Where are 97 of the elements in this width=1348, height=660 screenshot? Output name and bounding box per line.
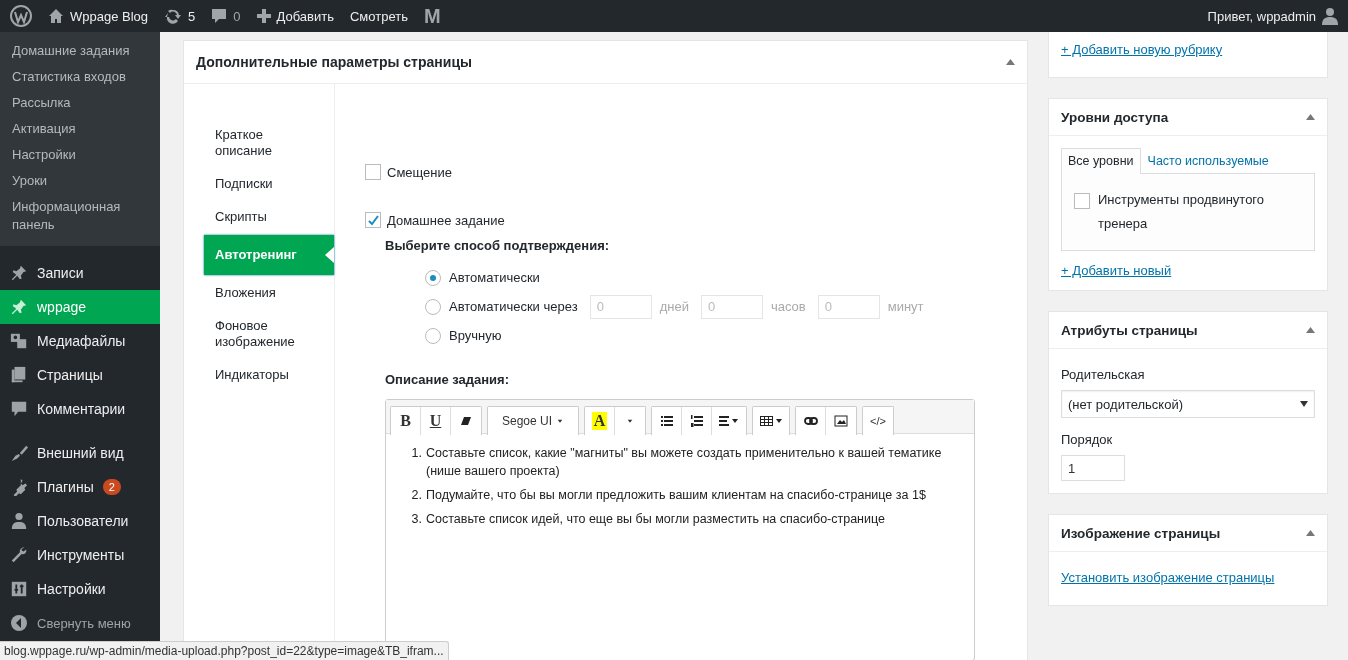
logo-icon[interactable] [10, 5, 32, 27]
bold-button[interactable]: B [391, 407, 421, 435]
table-icon [759, 414, 784, 428]
menu-item[interactable]: Пользователи [0, 504, 160, 538]
submenu-item[interactable]: Активация [0, 116, 160, 142]
count-badge: 2 [102, 479, 121, 495]
section-label: Описание задания: [385, 372, 511, 387]
brush-icon [10, 444, 28, 462]
menu-item[interactable]: Страницы [0, 358, 160, 392]
list-text: Составьте список, какие "магниты" вы можете создать применительно к вашей тематике (нише вашего проекта) [426, 445, 943, 480]
align-icon [718, 414, 741, 428]
card-title: Атрибуты страницы [1061, 322, 1198, 338]
site-name[interactable]: Wppage Blog [70, 8, 149, 24]
plugin-logo[interactable]: M [423, 4, 441, 28]
checkbox-label: Домашнее задание [387, 212, 505, 228]
checkbox[interactable] [365, 212, 381, 228]
image-icon [834, 414, 849, 428]
bulleted-list-icon [659, 414, 674, 428]
checkbox[interactable] [365, 164, 381, 180]
panel-title: Дополнительные параметры страницы [196, 54, 472, 70]
vertical-tab[interactable]: Индикаторы [204, 360, 334, 390]
submenu-item[interactable]: Информационная панель [0, 194, 160, 238]
collapse-icon[interactable] [10, 614, 28, 632]
tab[interactable]: Часто используемые [1140, 148, 1276, 174]
view-link[interactable]: Смотреть [350, 8, 408, 24]
user-avatar-icon[interactable] [1322, 7, 1338, 25]
greeting[interactable]: Привет, wppadmin [1207, 8, 1316, 24]
collapse-arrow-icon[interactable] [1306, 114, 1315, 120]
numbered-list-icon [689, 414, 704, 428]
card-title: Уровни доступа [1061, 109, 1169, 125]
sliders-icon [10, 580, 28, 598]
link-icon [803, 414, 818, 428]
vertical-tab[interactable]: Краткое описание [204, 120, 334, 166]
submenu-item[interactable]: Настройки [0, 142, 160, 168]
menu-item[interactable]: Плагины 2 [0, 470, 160, 504]
parent-select[interactable]: (нет родительской) [1061, 390, 1315, 418]
pin-icon [10, 264, 28, 282]
list-number: 2. [410, 487, 422, 504]
menu-item[interactable]: Внешний вид [0, 436, 160, 470]
menu-item[interactable]: Комментарии [0, 392, 160, 426]
vertical-tab[interactable]: Вложения [204, 278, 334, 308]
comments-count[interactable]: 0 [233, 8, 241, 24]
refresh-icon[interactable] [164, 8, 183, 24]
list-number: 3. [410, 511, 422, 528]
collapse-arrow-icon[interactable] [1306, 327, 1315, 333]
submenu-item[interactable]: Домашние задания [0, 38, 160, 64]
set-image-link[interactable]: Установить изображение страницы [1061, 570, 1275, 585]
media-icon [10, 332, 28, 350]
submenu-item[interactable]: Статистика входов [0, 64, 160, 90]
url-tooltip: blog.wppage.ru/wp-admin/media-upload.php?post_id=22&type=image&TB_ifram... [0, 641, 449, 660]
checkbox[interactable] [1074, 193, 1090, 209]
submenu-item[interactable]: Уроки [0, 168, 160, 194]
menu-item[interactable]: Записи [0, 256, 160, 290]
link-button[interactable] [796, 407, 827, 435]
home-icon[interactable] [48, 8, 64, 24]
pages-icon [10, 366, 28, 384]
vertical-tab[interactable]: Скрипты [204, 202, 334, 232]
eraser-icon [459, 414, 473, 428]
menu-item[interactable]: Инструменты [0, 538, 160, 572]
caret-icon [1300, 401, 1308, 407]
vertical-tab[interactable]: Фоновое изображение [204, 311, 334, 357]
comments-icon [10, 400, 28, 418]
menu-item[interactable]: Медиафайлы [0, 324, 160, 358]
add-new-link[interactable]: + Добавить новый [1061, 263, 1172, 278]
card-title: Изображение страницы [1061, 525, 1221, 541]
bulleted-list-button[interactable] [652, 407, 683, 435]
checkbox-label: Смещение [387, 164, 452, 180]
collapse-arrow-icon[interactable] [1306, 530, 1315, 536]
list-text: Составьте список идей, что еще вы бы могли разместить на спасибо-странице [426, 511, 885, 528]
menu-item[interactable]: Настройки [0, 572, 160, 606]
unit-label: часов [770, 299, 806, 314]
updates-count[interactable]: 5 [188, 8, 196, 24]
submenu-item[interactable]: Рассылка [0, 90, 160, 116]
checkbox-label: Инструменты продвинутого тренера [1098, 191, 1266, 233]
add-new-link[interactable]: Добавить [276, 8, 334, 24]
order-field[interactable]: 1 [1061, 455, 1125, 481]
comment-icon[interactable] [211, 8, 228, 24]
plus-icon[interactable] [256, 9, 271, 23]
list-number: 1. [410, 445, 422, 462]
radio-label: Автоматически через [449, 299, 578, 314]
vertical-tab[interactable]: Подписки [204, 169, 334, 199]
user-icon [10, 512, 28, 530]
unit-label: минут [887, 299, 924, 314]
list-text: Подумайте, что бы вы могли предложить вашим клиентам на спасибо-странице за 1$ [426, 487, 926, 504]
radio-label: Вручную [449, 328, 502, 343]
field-label: Порядок [1061, 432, 1114, 447]
add-category-link[interactable]: + Добавить новую рубрику [1061, 42, 1223, 57]
unit-label: дней [659, 299, 689, 314]
tab[interactable]: Все уровни [1061, 148, 1141, 174]
collapse-arrow-icon[interactable] [1006, 59, 1015, 65]
pin-icon [10, 298, 28, 316]
radio-label: Автоматически [449, 270, 540, 285]
highlight-button[interactable]: A [585, 407, 616, 435]
collapse-menu-link[interactable]: Свернуть меню [37, 615, 131, 631]
section-label: Выберите способ подтверждения: [385, 238, 611, 253]
field-label: Родительская [1061, 367, 1146, 382]
wrench-icon [10, 546, 28, 564]
